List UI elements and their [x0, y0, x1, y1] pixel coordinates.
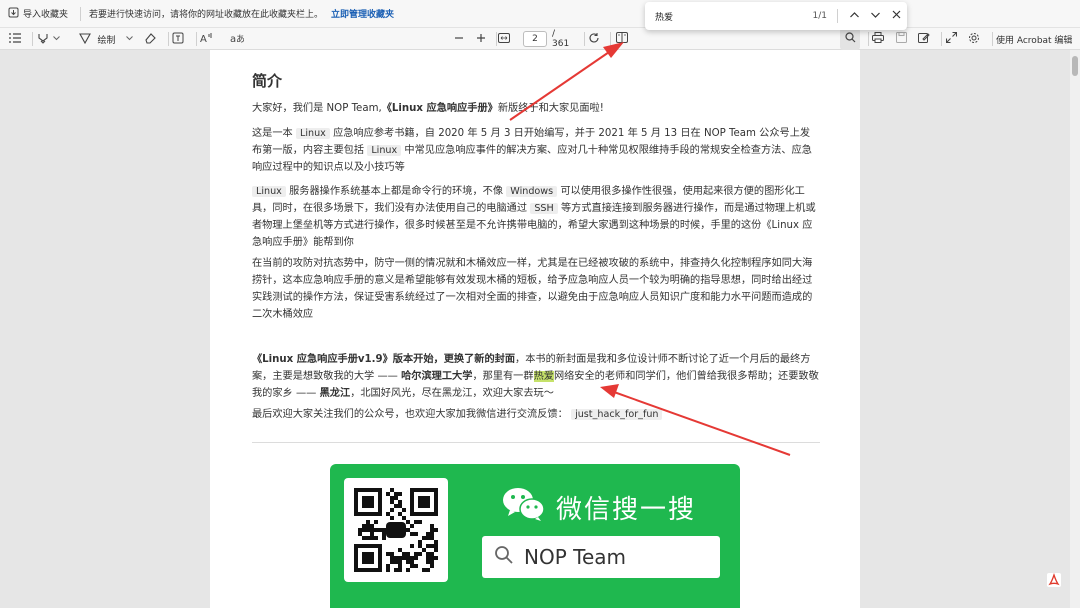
intro-paragraph: 大家好，我们是 NOP Team,《Linux 应急响应手册》新版终于和大家见面…	[252, 103, 604, 114]
save-as-button[interactable]	[916, 28, 932, 50]
wechat-title-text: 微信搜一搜	[556, 495, 697, 525]
wechat-title: 微信搜一搜	[502, 486, 696, 529]
search-icon	[844, 32, 856, 46]
chevron-down-icon	[52, 34, 60, 44]
rotate-icon	[588, 32, 600, 47]
wechat-search-banner: 微信搜一搜 NOP Team	[330, 464, 740, 608]
save-edit-icon	[918, 32, 930, 47]
import-favorites-button[interactable]: 导入收藏夹	[0, 0, 76, 27]
chevron-down-icon	[871, 11, 880, 21]
print-button[interactable]	[870, 28, 886, 50]
gear-icon	[968, 32, 980, 47]
inline-code: Linux	[252, 186, 286, 197]
contents-button[interactable]	[8, 28, 22, 50]
inline-code: SSH	[530, 203, 558, 214]
draw-button[interactable]: 绘制	[78, 28, 134, 50]
expand-icon	[945, 31, 957, 46]
two-page-icon	[616, 32, 628, 46]
pdf-page: 简介 大家好，我们是 NOP Team,《Linux 应急响应手册》新版终于和大…	[210, 50, 860, 608]
settings-button[interactable]	[966, 28, 982, 50]
add-text-button[interactable]	[170, 28, 186, 50]
chevron-down-icon	[125, 34, 133, 44]
import-favorites-label: 导入收藏夹	[23, 10, 69, 20]
wechat-logo-icon	[502, 486, 546, 529]
draw-icon	[79, 32, 92, 47]
environment-paragraph: Linux 服务器操作系统基本上都是命令行的环境，不像 Windows 可以使用…	[252, 186, 816, 248]
acrobat-badge-icon[interactable]	[1046, 572, 1062, 588]
edit-with-acrobat-button[interactable]: 使用 Acrobat 编辑	[996, 28, 1078, 50]
fullscreen-button[interactable]	[943, 28, 959, 50]
qr-code-graphic	[354, 488, 438, 572]
inline-code: Linux	[296, 128, 330, 139]
translate-button[interactable]: aあ	[228, 28, 246, 50]
find-match-count: 1/1	[812, 11, 827, 21]
translate-icon: aあ	[230, 32, 245, 47]
printer-icon	[872, 32, 884, 46]
chevron-up-icon	[850, 11, 859, 21]
qr-code	[344, 478, 448, 582]
find-bar: 1/1	[645, 2, 907, 30]
svg-text:あ: あ	[236, 34, 244, 44]
favorites-divider	[80, 6, 82, 21]
inline-code: Linux	[367, 145, 402, 156]
search-icon	[494, 545, 514, 569]
inline-code: just_hack_for_fun	[571, 409, 663, 420]
page-title: 简介	[252, 72, 283, 90]
plus-icon	[476, 33, 486, 46]
eraser-icon	[144, 32, 156, 47]
minus-icon	[454, 33, 464, 46]
vertical-scrollbar[interactable]	[1070, 50, 1080, 608]
page-number-field[interactable]: 2	[522, 28, 548, 50]
read-aloud-button[interactable]: A	[198, 28, 216, 50]
scrollbar-thumb[interactable]	[1072, 56, 1078, 76]
zoom-in-button[interactable]	[474, 28, 488, 50]
follow-paragraph: 最后欢迎大家关注我们的公众号，也欢迎大家加我微信进行交流反馈： just_hac…	[252, 406, 820, 423]
description-paragraph: 这是一本 Linux 应急响应参考书籍，自 2020 年 5 月 3 日开始编写…	[252, 128, 812, 173]
list-icon	[9, 32, 21, 46]
find-input[interactable]	[655, 11, 789, 21]
cover-paragraph: 《Linux 应急响应手册v1.9》版本开始，更换了新的封面，本书的新封面是我和…	[252, 354, 819, 399]
search-highlight: 热爱	[533, 371, 554, 382]
find-button[interactable]	[840, 28, 860, 50]
save-icon	[895, 32, 907, 46]
svg-text:A: A	[200, 34, 207, 44]
close-icon	[892, 10, 901, 22]
find-close-button[interactable]	[886, 5, 907, 27]
eraser-button[interactable]	[142, 28, 158, 50]
read-aloud-icon: A	[200, 32, 214, 47]
import-icon	[8, 7, 19, 21]
page-number-input[interactable]: 2	[523, 31, 547, 47]
draw-label: 绘制	[97, 35, 116, 46]
wechat-search-box: NOP Team	[482, 536, 720, 578]
inline-code: Windows	[506, 186, 558, 197]
text-box-icon	[172, 32, 184, 47]
rotate-button[interactable]	[587, 28, 601, 50]
fit-page-button[interactable]	[497, 28, 511, 50]
wechat-search-text: NOP Team	[524, 545, 626, 569]
zoom-out-button[interactable]	[452, 28, 466, 50]
find-previous-button[interactable]	[844, 5, 865, 27]
page-total: / 361	[552, 29, 570, 49]
manage-favorites-link[interactable]: 立即管理收藏夹	[331, 7, 394, 20]
highlighter-icon	[37, 32, 49, 47]
page-view-button[interactable]	[614, 28, 630, 50]
pdf-toolbar: 绘制 A aあ 2 / 361 使用 Acrobat 编辑	[0, 28, 1080, 50]
save-button[interactable]	[893, 28, 909, 50]
find-next-button[interactable]	[865, 5, 886, 27]
purpose-paragraph: 在当前的攻防对抗态势中，防守一侧的情况就和木桶效应一样，尤其是在已经被攻破的系统…	[252, 258, 813, 320]
highlight-button[interactable]	[34, 28, 62, 50]
favorites-bar: 导入收藏夹 若要进行快速访问，请将你的网址收藏放在此收藏夹栏上。 立即管理收藏夹	[0, 0, 1080, 28]
divider	[252, 442, 820, 443]
fit-width-icon	[498, 32, 510, 46]
favorites-message: 若要进行快速访问，请将你的网址收藏放在此收藏夹栏上。	[89, 10, 324, 20]
